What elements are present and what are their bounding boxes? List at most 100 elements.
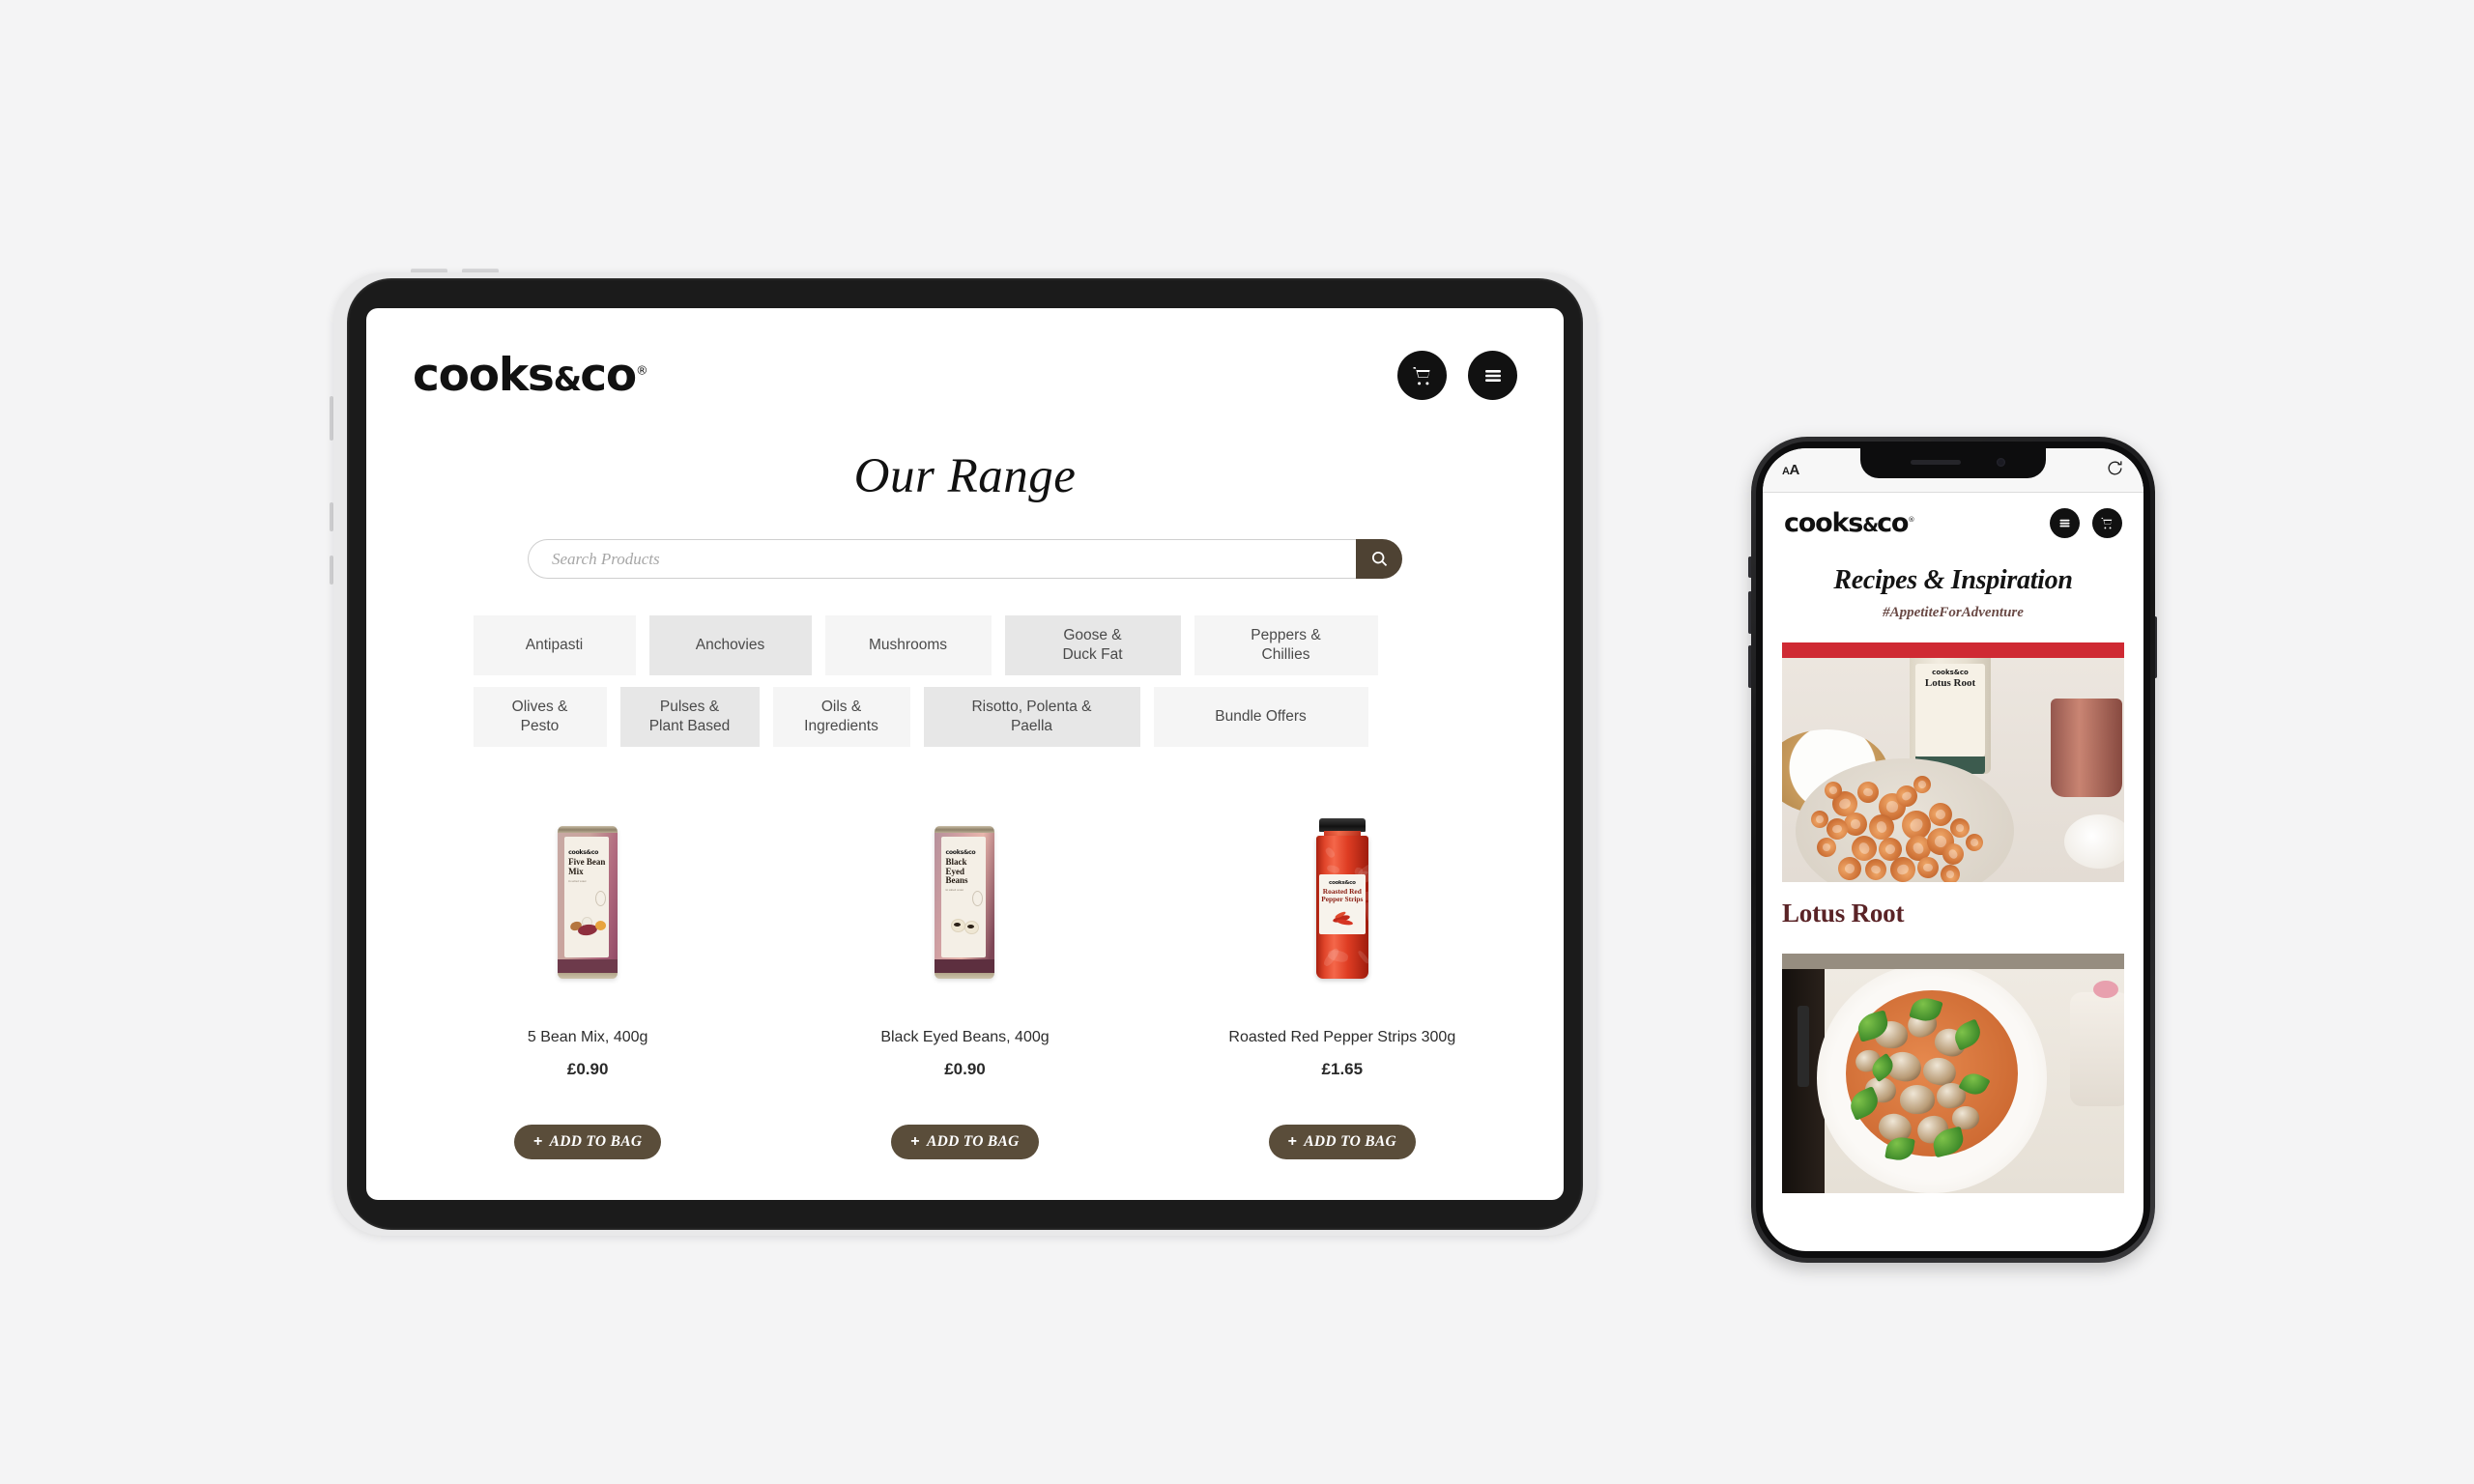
packshot-bean-illustration bbox=[568, 916, 606, 939]
product-price: £0.90 bbox=[567, 1060, 609, 1079]
add-to-bag-label: ADD TO BAG bbox=[927, 1133, 1020, 1151]
lotus-chip bbox=[1917, 857, 1939, 878]
add-to-bag-label: ADD TO BAG bbox=[1304, 1133, 1396, 1151]
product-image[interactable]: cooks&co Roasted Red Pepper Strips bbox=[1313, 795, 1371, 979]
product-packshot-can: cooks&co Black Eyed Beans in salted water bbox=[935, 826, 994, 979]
phone-header-actions bbox=[2050, 508, 2122, 538]
text-size-aa-icon[interactable]: AA bbox=[1782, 462, 1799, 478]
category-button-mushrooms[interactable]: Mushrooms bbox=[825, 615, 992, 675]
phone-notch bbox=[1860, 448, 2046, 478]
can-label-foot bbox=[935, 959, 994, 973]
plus-icon: + bbox=[1288, 1133, 1298, 1151]
add-to-bag-button[interactable]: + ADD TO BAG bbox=[514, 1125, 661, 1159]
fork bbox=[1798, 1006, 1809, 1087]
product-card: cooks&co Black Eyed Beans in salted water… bbox=[776, 795, 1153, 1159]
packshot-subtitle: in salted water bbox=[568, 879, 606, 883]
cart-icon[interactable] bbox=[1397, 351, 1447, 400]
product-image[interactable]: cooks&co Five Bean Mix in salted water bbox=[558, 795, 618, 979]
category-label: Antipasti bbox=[526, 636, 583, 655]
add-to-bag-button[interactable]: + ADD TO BAG bbox=[891, 1125, 1038, 1159]
category-button-bundle-offers[interactable]: Bundle Offers bbox=[1154, 687, 1368, 747]
can-base bbox=[935, 973, 994, 979]
can-label-text: cooks&co Five Bean Mix in salted water bbox=[568, 849, 606, 883]
category-label: Pulses & Plant Based bbox=[649, 698, 731, 737]
category-button-olives-pesto[interactable]: Olives & Pesto bbox=[474, 687, 607, 747]
phone-page-title: Recipes & Inspiration bbox=[1763, 565, 2143, 596]
aa-large-letter: A bbox=[1789, 462, 1798, 478]
packshot-product-name: Roasted Red Pepper Strips bbox=[1319, 888, 1366, 903]
can-label-foot bbox=[558, 959, 618, 973]
recipe-card[interactable]: cooks&co Lotus Root Lotus Root bbox=[1782, 642, 2124, 928]
jar-label: cooks&co Lotus Root bbox=[1915, 664, 1985, 756]
category-label: Bundle Offers bbox=[1215, 707, 1307, 727]
recipe-card[interactable] bbox=[1782, 954, 2124, 1193]
hamburger-menu-icon[interactable] bbox=[1468, 351, 1517, 400]
tablet-device: cooks&co® Our Range Search Products Anti… bbox=[333, 272, 1597, 1236]
screenshot-stage: cooks&co® Our Range Search Products Anti… bbox=[0, 0, 2474, 1484]
logo-ampersand: & bbox=[554, 360, 581, 398]
phone-device: AA cooks&co® Recipes & Inspiration #Appe bbox=[1751, 437, 2155, 1263]
category-button-oils-ingredients[interactable]: Oils & Ingredients bbox=[773, 687, 910, 747]
category-button-antipasti[interactable]: Antipasti bbox=[474, 615, 636, 675]
search-bar bbox=[528, 539, 1402, 579]
product-price: £1.65 bbox=[1322, 1060, 1364, 1079]
product-image[interactable]: cooks&co Black Eyed Beans in salted water bbox=[935, 795, 994, 979]
packshot-brand: cooks&co bbox=[945, 849, 983, 856]
category-label: Peppers & Chillies bbox=[1251, 626, 1320, 666]
logo-ampersand: & bbox=[1862, 514, 1877, 536]
product-packshot-can: cooks&co Five Bean Mix in salted water bbox=[558, 826, 618, 979]
plus-icon: + bbox=[910, 1133, 920, 1151]
lotus-root-product-jar: cooks&co Lotus Root bbox=[1910, 658, 1991, 774]
logo-text-part2: co bbox=[1877, 508, 1908, 538]
packshot-product-name: Five Bean Mix bbox=[568, 858, 606, 876]
brand-logo[interactable]: cooks&co® bbox=[1784, 510, 1913, 536]
packshot-bean-illustration bbox=[945, 916, 983, 939]
header-actions bbox=[1397, 351, 1517, 400]
category-button-risotto-polenta-paella[interactable]: Risotto, Polenta & Paella bbox=[924, 687, 1140, 747]
jar-brand-text: cooks&co bbox=[1915, 669, 1985, 676]
category-label: Mushrooms bbox=[869, 636, 947, 655]
pink-garnish bbox=[2093, 981, 2118, 998]
can-body: cooks&co Black Eyed Beans in salted water bbox=[935, 833, 994, 973]
can-body: cooks&co Five Bean Mix in salted water bbox=[558, 833, 618, 973]
category-button-pulses-plant-based[interactable]: Pulses & Plant Based bbox=[620, 687, 760, 747]
category-button-goose-duck-fat[interactable]: Goose & Duck Fat bbox=[1005, 615, 1181, 675]
site-header: cooks&co® bbox=[366, 308, 1564, 400]
brand-logo[interactable]: cooks&co® bbox=[413, 353, 647, 398]
category-button-anchovies[interactable]: Anchovies bbox=[649, 615, 812, 675]
can-base bbox=[558, 973, 618, 979]
can-lid bbox=[558, 826, 618, 833]
packshot-product-name: Black Eyed Beans bbox=[945, 858, 983, 886]
logo-registered-mark: ® bbox=[1908, 515, 1913, 524]
recipe-title: Lotus Root bbox=[1782, 899, 2124, 928]
front-camera bbox=[1997, 458, 2005, 467]
side-dish bbox=[2070, 992, 2124, 1106]
mushroom bbox=[1900, 1085, 1935, 1114]
product-name: 5 Bean Mix, 400g bbox=[528, 1029, 648, 1046]
category-filter-list: Antipasti Anchovies Mushrooms Goose & Duck F… bbox=[474, 615, 1457, 747]
add-to-bag-button[interactable]: + ADD TO BAG bbox=[1269, 1125, 1416, 1159]
recipe-band bbox=[1782, 642, 2124, 658]
recipe-image bbox=[1782, 969, 2124, 1193]
hamburger-menu-icon[interactable] bbox=[2050, 508, 2080, 538]
our-range-page: cooks&co® Our Range Search Products Anti… bbox=[366, 308, 1564, 1200]
jar-label: cooks&co Roasted Red Pepper Strips bbox=[1319, 874, 1366, 934]
category-label: Risotto, Polenta & Paella bbox=[971, 698, 1091, 737]
packshot-brand: cooks&co bbox=[1319, 880, 1366, 886]
plus-icon: + bbox=[533, 1133, 543, 1151]
search-submit-button[interactable] bbox=[1356, 539, 1402, 579]
cart-icon[interactable] bbox=[2092, 508, 2122, 538]
product-name: Black Eyed Beans, 400g bbox=[880, 1029, 1049, 1046]
can-label-text: cooks&co Black Eyed Beans in salted water bbox=[945, 849, 983, 892]
product-card: cooks&co Roasted Red Pepper Strips Roaste… bbox=[1154, 795, 1531, 1159]
reload-icon[interactable] bbox=[2106, 459, 2124, 482]
phone-screen: AA cooks&co® Recipes & Inspiration #Appe bbox=[1763, 448, 2143, 1251]
category-button-peppers-chillies[interactable]: Peppers & Chillies bbox=[1194, 615, 1378, 675]
logo-text-part1: cooks bbox=[413, 349, 554, 402]
phone-site-header: cooks&co® bbox=[1763, 493, 2143, 550]
recipe-image: cooks&co Lotus Root bbox=[1782, 658, 2124, 882]
logo-text-part1: cooks bbox=[1784, 508, 1862, 538]
phone-page-subtitle: #AppetiteForAdventure bbox=[1763, 605, 2143, 621]
search-row bbox=[366, 539, 1564, 579]
search-input[interactable] bbox=[528, 539, 1356, 579]
